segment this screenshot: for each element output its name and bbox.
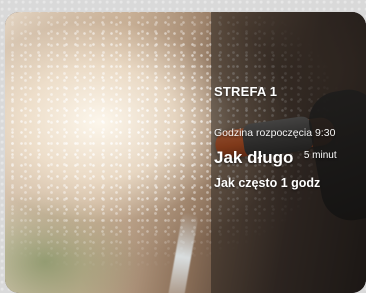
background-frame: STREFA 1 Godzina rozpoczęcia 9:30 Jak dł…	[0, 0, 366, 293]
frequency-text: Jak często 1 godz	[214, 176, 321, 190]
start-time-text: Godzina rozpoczęcia 9:30	[214, 127, 336, 139]
zone-title: STREFA 1	[214, 84, 278, 99]
duration-row: Jak długo 5 minut	[214, 148, 337, 168]
duration-value: 5 minut	[303, 150, 337, 161]
duration-label: Jak długo	[214, 148, 294, 167]
